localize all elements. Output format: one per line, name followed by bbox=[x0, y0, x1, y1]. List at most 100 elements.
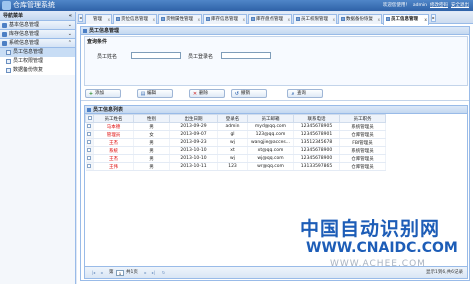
table-cell: 12345678901 bbox=[293, 130, 340, 139]
table-cell: 马本德 bbox=[93, 122, 134, 131]
column-header[interactable]: 员工职务 bbox=[339, 114, 386, 123]
tab-scroll-left-icon[interactable]: ◂ bbox=[78, 14, 83, 22]
tab-stock-check[interactable]: 库存盘点管理 x bbox=[248, 14, 292, 24]
table-cell: 12345678900 bbox=[293, 154, 340, 163]
close-icon[interactable]: x bbox=[424, 15, 427, 24]
close-icon[interactable]: x bbox=[198, 15, 200, 24]
tab-backup[interactable]: 数据备份恢复 x bbox=[338, 14, 382, 24]
query-label: 查询 bbox=[297, 91, 306, 96]
sidebar-group-label: 库存信息管理 bbox=[9, 30, 40, 37]
table-row[interactable]: 王伟男 2013-10-11 123 wr@qq.com 13133597865 仓库管理… bbox=[85, 162, 386, 171]
row-checkbox[interactable] bbox=[85, 146, 94, 155]
table-cell: 13133597865 bbox=[293, 162, 340, 171]
column-header[interactable]: 联系电话 bbox=[293, 114, 340, 123]
close-icon[interactable]: x bbox=[378, 15, 380, 24]
title-bar: 仓库管理系统 欢迎您使用！ admin 修改密码 安全退出 bbox=[0, 0, 473, 11]
row-checkbox[interactable] bbox=[85, 130, 94, 139]
column-header[interactable]: 登录名 bbox=[217, 114, 248, 123]
table-cell: 2013-10-11 bbox=[169, 162, 218, 171]
tab-icon bbox=[116, 17, 120, 21]
table-cell: 2013-10-10 bbox=[169, 146, 218, 155]
delete-button[interactable]: ✕ 删除 bbox=[189, 89, 225, 98]
table-cell: 系统管理员 bbox=[339, 122, 386, 131]
table-row[interactable]: 王杰男 2013-09-23 wj wangjie@acces... 135123456… bbox=[85, 138, 386, 147]
table-cell: wangjie@acces... bbox=[247, 138, 294, 147]
table-cell: 男 bbox=[133, 162, 170, 171]
grid-header: 员工信息列表 bbox=[85, 106, 467, 114]
table-cell: wr@qq.com bbox=[247, 162, 294, 171]
add-button[interactable]: + 添加 bbox=[85, 89, 121, 98]
tab-location[interactable]: 货位信息管理 x bbox=[113, 14, 157, 24]
table-row[interactable]: 系统男 2013-10-10 xt xt@qq.com 12345678900 系统管理员 bbox=[85, 146, 386, 155]
page-number-input[interactable] bbox=[116, 270, 124, 276]
table-cell: 2013-09-07 bbox=[169, 130, 218, 139]
sidebar-item-employee-info[interactable]: 员工信息管理 bbox=[0, 48, 75, 57]
close-icon[interactable]: x bbox=[243, 15, 245, 24]
edit-button[interactable]: ▤ 编辑 bbox=[137, 89, 173, 98]
change-password-link[interactable]: 修改密码 bbox=[430, 3, 448, 8]
sidebar-item-backup[interactable]: 数据备份恢复 bbox=[0, 66, 75, 75]
login-label: 员工登录名 bbox=[188, 54, 214, 60]
next-page-icon[interactable]: ▸ bbox=[143, 270, 148, 275]
column-header[interactable]: 员工姓名 bbox=[93, 114, 134, 123]
sidebar: 导航菜单 « 基本信息管理 ⌄ 库存信息管理 ⌄ 系统信息管理 ⌃ 员工信息管理 员工权… bbox=[0, 12, 76, 284]
name-input[interactable] bbox=[131, 52, 181, 59]
sidebar-group-label: 系统信息管理 bbox=[9, 39, 40, 46]
close-icon[interactable]: x bbox=[288, 15, 290, 24]
sidebar-group-label: 基本信息管理 bbox=[9, 21, 40, 28]
column-header[interactable]: 性别 bbox=[133, 114, 170, 123]
delete-icon: ✕ bbox=[192, 91, 198, 97]
tab-management[interactable]: 管理 x bbox=[85, 14, 112, 24]
tab-goods-attr[interactable]: 货物属性管理 x bbox=[158, 14, 202, 24]
page-icon bbox=[6, 68, 11, 73]
panel-icon bbox=[83, 29, 87, 33]
table-row[interactable]: 管理员女 2013-09-07 gl 123@qq.com 12345678901 仓库管… bbox=[85, 130, 386, 139]
tab-label: 数据备份恢复 bbox=[346, 17, 373, 22]
tab-label: 员工权限管理 bbox=[301, 17, 328, 22]
logout-link[interactable]: 安全退出 bbox=[451, 3, 469, 8]
tab-stock-info[interactable]: 库存信息管理 x bbox=[203, 14, 247, 24]
tab-employee-rights[interactable]: 员工权限管理 x bbox=[293, 14, 337, 24]
tab-scroll-right-icon[interactable]: ▸ bbox=[431, 14, 436, 22]
query-button[interactable]: ⌕ 查询 bbox=[287, 89, 323, 98]
table-cell: 仓库管理员 bbox=[339, 130, 386, 139]
tab-icon bbox=[341, 17, 345, 21]
table-row[interactable]: 马本德男 2013-09-29 admin myd@qq.com 12345678905… bbox=[85, 122, 386, 131]
row-checkbox[interactable] bbox=[85, 122, 94, 131]
search-fieldset: 查询条件 员工姓名 员工登录名 bbox=[84, 36, 468, 86]
undo-button[interactable]: ↺ 撤销 bbox=[231, 89, 267, 98]
row-checkbox[interactable] bbox=[85, 154, 94, 163]
column-header[interactable]: 员工邮箱 bbox=[247, 114, 294, 123]
close-icon[interactable]: x bbox=[153, 15, 155, 24]
last-page-icon[interactable]: ▸| bbox=[151, 270, 156, 275]
table-row[interactable]: 王杰男 2013-10-10 wj wj@qq.com 12345678900 仓库管理员 bbox=[85, 154, 386, 163]
sidebar-item-employee-rights[interactable]: 员工权限管理 bbox=[0, 57, 75, 66]
table-cell: 男 bbox=[133, 122, 170, 131]
plus-icon: + bbox=[88, 91, 94, 97]
first-page-icon[interactable]: |◂ bbox=[91, 270, 96, 275]
table-cell: 12345678900 bbox=[293, 146, 340, 155]
table-cell: 男 bbox=[133, 146, 170, 155]
toolbar: + 添加 ▤ 编辑 ✕ 删除 ↺ 撤销 ⌕ 查询 bbox=[81, 87, 469, 101]
collapse-sidebar-icon[interactable]: « bbox=[69, 12, 72, 21]
login-input[interactable] bbox=[221, 52, 271, 59]
column-header[interactable]: 出生日期 bbox=[169, 114, 218, 123]
row-checkbox[interactable] bbox=[85, 138, 94, 147]
refresh-icon[interactable]: ↻ bbox=[161, 270, 166, 275]
table-cell: 王杰 bbox=[93, 138, 134, 147]
watermark-cn: 中国自动识别网 bbox=[300, 218, 441, 240]
folder-icon bbox=[2, 40, 7, 46]
row-checkbox[interactable] bbox=[85, 162, 94, 171]
folder-icon bbox=[2, 22, 7, 28]
sidebar-group-system[interactable]: 系统信息管理 ⌃ bbox=[0, 39, 75, 48]
prev-page-icon[interactable]: ◂ bbox=[99, 270, 104, 275]
tab-employee-info[interactable]: 员工信息管理 x bbox=[383, 14, 429, 25]
close-icon[interactable]: x bbox=[333, 15, 335, 24]
search-legend: 查询条件 bbox=[87, 39, 108, 45]
select-all-checkbox[interactable] bbox=[85, 114, 94, 123]
table-cell: wj bbox=[217, 138, 248, 147]
tab-icon bbox=[296, 17, 300, 21]
close-icon[interactable]: x bbox=[108, 15, 110, 24]
folder-icon bbox=[2, 31, 7, 37]
tab-icon bbox=[206, 17, 210, 21]
